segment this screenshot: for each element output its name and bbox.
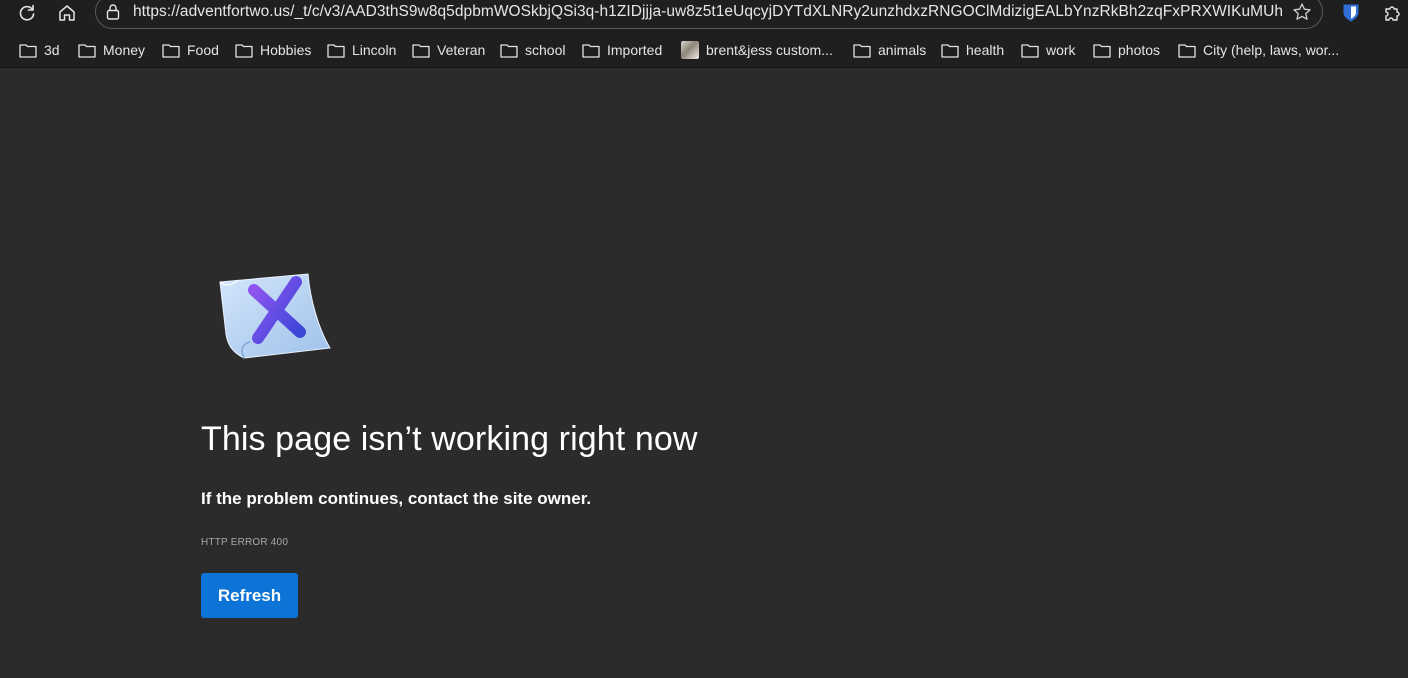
bitwarden-icon[interactable] — [1336, 0, 1366, 26]
bookmark-folder-lincoln[interactable]: Lincoln — [327, 40, 396, 60]
bookmark-label: 3d — [44, 42, 60, 58]
error-illustration — [214, 270, 332, 362]
bookmark-folder-school[interactable]: school — [500, 40, 565, 60]
extensions-icon[interactable] — [1377, 0, 1407, 26]
bookmark-label: Imported — [607, 42, 663, 58]
bookmark-label: photos — [1118, 42, 1161, 58]
folder-icon — [412, 43, 430, 58]
error-title: This page isn’t working right now — [201, 420, 698, 458]
bookmark-label: Lincoln — [352, 42, 397, 58]
folder-icon — [1178, 43, 1196, 58]
folder-icon — [941, 43, 959, 58]
folder-icon — [582, 43, 600, 58]
url-text[interactable]: https://adventfortwo.us/_t/c/v3/AAD3thS9… — [133, 3, 1283, 21]
home-icon[interactable] — [52, 0, 82, 26]
folder-icon — [19, 43, 37, 58]
bookmark-label: brent&jess custom... — [706, 42, 833, 58]
lock-icon[interactable] — [100, 1, 126, 23]
star-icon[interactable] — [1289, 1, 1315, 23]
folder-icon — [162, 43, 180, 58]
bookmark-folder-3d[interactable]: 3d — [19, 40, 60, 60]
folder-icon — [327, 43, 345, 58]
bookmark-folder-work[interactable]: work — [1021, 40, 1076, 60]
bookmark-label: Hobbies — [260, 42, 312, 58]
favicon-thumbnail — [681, 41, 699, 59]
folder-icon — [1093, 43, 1111, 58]
bookmark-label: Veteran — [437, 42, 486, 58]
address-bar[interactable]: https://adventfortwo.us/_t/c/v3/AAD3thS9… — [95, 0, 1323, 29]
bookmark-folder-health[interactable]: health — [941, 40, 1004, 60]
folder-icon — [853, 43, 871, 58]
folder-icon — [78, 43, 96, 58]
bookmark-folder-photos[interactable]: photos — [1093, 40, 1160, 60]
browser-toolbar: https://adventfortwo.us/_t/c/v3/AAD3thS9… — [0, 0, 1408, 31]
bookmark-folder-city[interactable]: City (help, laws, wor... — [1178, 40, 1339, 60]
error-subtitle: If the problem continues, contact the si… — [201, 489, 592, 508]
bookmark-brent-jess[interactable]: brent&jess custom... — [681, 40, 833, 60]
bookmark-label: Money — [103, 42, 146, 58]
bookmark-folder-veteran[interactable]: Veteran — [412, 40, 485, 60]
bookmark-label: City (help, laws, wor... — [1203, 42, 1340, 58]
bookmark-label: Food — [187, 42, 219, 58]
folder-icon — [500, 43, 518, 58]
bookmark-label: animals — [878, 42, 927, 58]
error-code: HTTP ERROR 400 — [201, 537, 289, 548]
bookmark-folder-hobbies[interactable]: Hobbies — [235, 40, 311, 60]
refresh-button[interactable]: Refresh — [201, 573, 298, 618]
refresh-icon[interactable] — [12, 0, 42, 26]
bookmark-folder-animals[interactable]: animals — [853, 40, 926, 60]
bookmark-folder-imported[interactable]: Imported — [582, 40, 662, 60]
folder-icon — [1021, 43, 1039, 58]
bookmark-folder-money[interactable]: Money — [78, 40, 145, 60]
bookmarks-bar: 3d Money Food Hobbies Lincoln Veteran sc… — [0, 31, 1408, 68]
bookmark-label: health — [966, 42, 1005, 58]
bookmark-label: school — [525, 42, 566, 58]
bookmark-label: work — [1046, 42, 1076, 58]
folder-icon — [235, 43, 253, 58]
bookmark-folder-food[interactable]: Food — [162, 40, 219, 60]
